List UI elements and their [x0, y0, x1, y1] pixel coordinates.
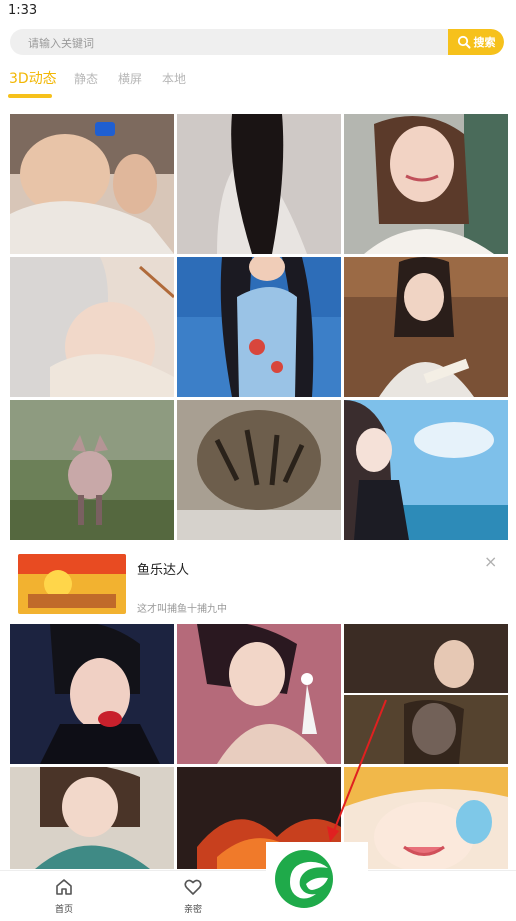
nav-intimate[interactable]: 亲密 — [163, 877, 223, 915]
wallpaper-tile-woman-earrings[interactable] — [177, 624, 341, 764]
wallpaper-tile-fox[interactable] — [10, 400, 174, 540]
search-button-label: 搜索 — [473, 36, 496, 49]
search-input[interactable]: 请输入关键词 — [28, 35, 94, 51]
wallpaper-tile-anime-face[interactable] — [344, 767, 508, 869]
tab-landscape[interactable]: 横屏 — [118, 70, 142, 87]
status-time: 1:33 — [8, 3, 38, 18]
heart-icon — [184, 879, 202, 895]
nav-intimate-label: 亲密 — [183, 905, 202, 915]
wallpaper-tile-girl-fan[interactable] — [344, 257, 508, 397]
wallpaper-tile-qipao-girl[interactable] — [177, 257, 341, 397]
ad-title: 鱼乐达人 — [137, 563, 190, 578]
ad-close-icon[interactable]: × — [484, 552, 497, 571]
wallpaper-tile-tiger[interactable] — [177, 400, 341, 540]
home-icon — [56, 879, 72, 895]
ad-thumbnail — [18, 554, 126, 614]
wallpaper-tile-woman-drinking[interactable] — [10, 114, 174, 254]
nav-home[interactable]: 首页 — [34, 877, 94, 915]
status-bar: 1:33 — [0, 0, 516, 26]
ad-subtitle: 这才叫捕鱼十捕九中 — [137, 604, 227, 615]
app-logo-overlay — [266, 842, 368, 917]
tab-local[interactable]: 本地 — [162, 70, 186, 87]
wallpaper-tile-anime-girl-silver[interactable] — [10, 257, 174, 397]
wallpaper-grid — [10, 114, 508, 540]
wallpaper-grid-lower — [10, 624, 508, 869]
search-button[interactable]: 搜索 — [448, 29, 504, 55]
active-tab-indicator — [8, 94, 52, 98]
wallpaper-tile-smiling-girl[interactable] — [344, 114, 508, 254]
wallpaper-tile-boy-microphone[interactable] — [10, 624, 174, 764]
tab-3d-dynamic[interactable]: 3D动态 — [9, 68, 57, 88]
search-bar[interactable]: 请输入关键词 搜索 — [10, 29, 504, 55]
wallpaper-tile-long-hair-back[interactable] — [177, 114, 341, 254]
tab-static[interactable]: 静态 — [74, 70, 98, 87]
nav-home-label: 首页 — [54, 905, 73, 915]
wallpaper-tile-girl-scarf[interactable] — [10, 767, 174, 869]
wallpaper-tile-drama-collage[interactable] — [344, 624, 508, 764]
leaf-logo-icon — [275, 850, 333, 908]
search-icon — [457, 35, 470, 49]
ad-banner[interactable]: 鱼乐达人 这才叫捕鱼十捕九中 × — [0, 546, 516, 620]
bottom-nav: 首页 亲密 — [0, 870, 516, 918]
category-tabs: 3D动态 静态 横屏 本地 — [0, 66, 516, 100]
wallpaper-tile-anime-girl-sea[interactable] — [344, 400, 508, 540]
